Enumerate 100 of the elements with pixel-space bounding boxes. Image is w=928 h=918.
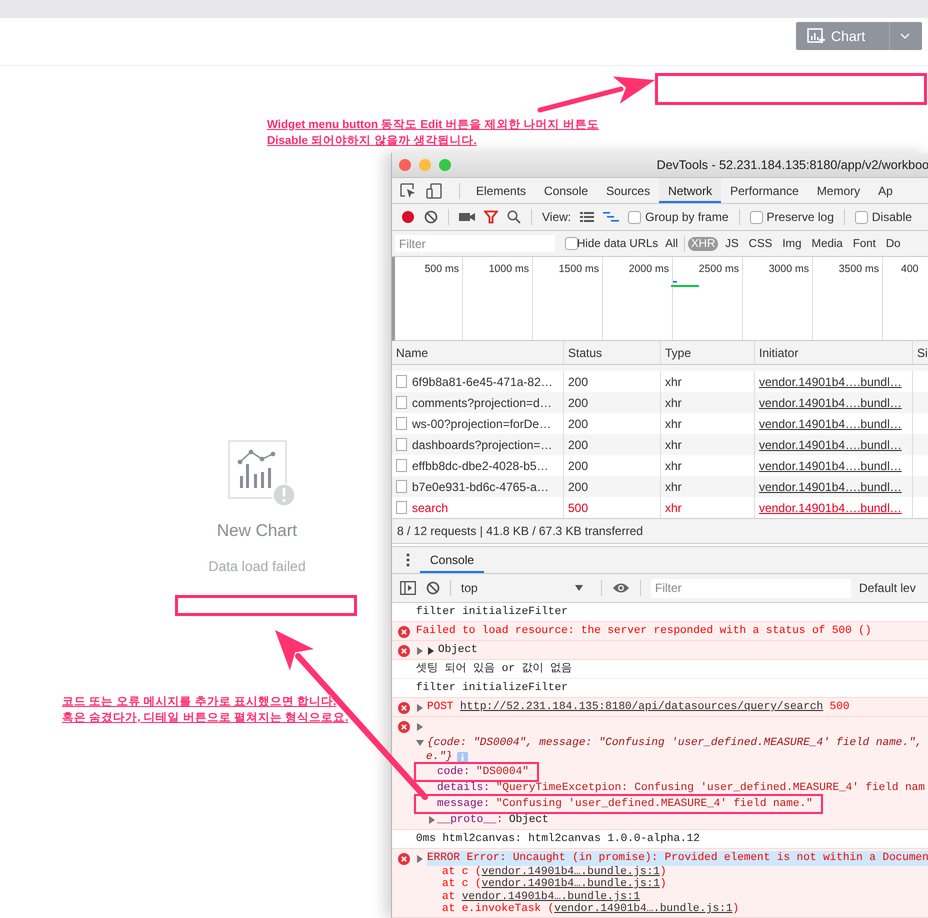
console-message: Object xyxy=(438,643,478,658)
error-icon xyxy=(398,721,410,733)
column-header[interactable]: Si xyxy=(913,341,928,364)
table-cell: 500 xyxy=(564,497,661,518)
panel-tab[interactable]: Elements xyxy=(467,178,536,203)
waterfall-view-icon[interactable] xyxy=(603,211,620,223)
checkbox-label: Disable xyxy=(872,210,912,224)
file-icon xyxy=(396,480,407,493)
column-header[interactable]: Type xyxy=(661,341,755,364)
record-button[interactable] xyxy=(401,210,415,224)
panel-tab[interactable]: Sources xyxy=(597,178,660,203)
panel-tab[interactable]: Performance xyxy=(721,178,808,203)
view-label: View: xyxy=(542,210,572,224)
error-message: ERROR Error: Uncaught (in promise): Provided element is not within a Documen xyxy=(427,851,928,866)
eye-icon[interactable] xyxy=(612,582,630,594)
device-icon[interactable] xyxy=(426,182,442,198)
status-message: Data load failed xyxy=(208,558,306,574)
close-button[interactable] xyxy=(399,159,411,171)
property-value: Object xyxy=(509,812,549,828)
type-filter-button[interactable]: Img xyxy=(779,236,804,250)
console-message: 셋팅 되어 있음 or 값이 없음 xyxy=(416,662,572,677)
sidebar-icon[interactable] xyxy=(400,581,416,595)
panel-tab[interactable]: Ap xyxy=(869,178,902,203)
checkbox[interactable] xyxy=(628,210,642,224)
initiator-link[interactable]: vendor.14901b4….bundl… xyxy=(759,458,902,472)
table-cell: xhr xyxy=(661,497,755,518)
property-value: "DS0004" xyxy=(476,764,529,780)
panel-tab[interactable]: Console xyxy=(535,178,598,203)
property-key: __proto__: xyxy=(437,812,504,828)
context-select[interactable]: top xyxy=(461,581,591,595)
chart-add-icon xyxy=(807,28,825,44)
initiator-link[interactable]: vendor.14901b4….bundl… xyxy=(759,396,902,410)
widget-title: New Chart xyxy=(216,521,298,541)
property-key: details: xyxy=(437,780,490,796)
error-icon xyxy=(398,645,410,657)
console-message: 0ms html2canvas: html2canvas 1.0.0-alpha.12 xyxy=(416,832,700,847)
initiator-link[interactable]: vendor.14901b4….bundl… xyxy=(759,438,902,452)
timeline-tick-label: 500 ms xyxy=(424,263,459,276)
initiator-link[interactable]: vendor.14901b4….bundl… xyxy=(759,500,902,514)
checkbox[interactable] xyxy=(565,237,578,250)
checkbox-label: Hide data URLs xyxy=(577,238,658,250)
request-name[interactable]: ws-00?projection=forDe… xyxy=(412,416,552,430)
panel-tab[interactable]: Network xyxy=(659,178,722,203)
error-icon xyxy=(398,702,410,714)
stack-frame: at e.invokeTask (vendor.14901b4….bundle.js:1) xyxy=(442,902,740,918)
object-summary: {code: "DS0004", message: "Confusing 'user_defined.MEASURE_4' field name.", xyxy=(427,736,922,750)
source-link[interactable]: vendor.14901b4….bundle.js:1 xyxy=(482,878,660,890)
timeline-tick-label: 2500 ms xyxy=(698,263,739,276)
request-name[interactable]: effbb8dc-dbe2-4028-b5… xyxy=(412,458,549,472)
search-icon[interactable] xyxy=(507,210,521,224)
file-icon xyxy=(396,459,407,472)
column-header[interactable]: Initiator xyxy=(755,341,913,364)
request-name[interactable]: 6f9b8a81-6e45-471a-82… xyxy=(412,374,553,388)
file-icon xyxy=(396,375,407,388)
type-filter-button[interactable]: Media xyxy=(808,236,846,250)
type-filter-button[interactable]: Font xyxy=(850,236,879,250)
type-filter-button[interactable]: All xyxy=(662,236,681,250)
column-header[interactable]: Name xyxy=(392,341,564,364)
file-icon xyxy=(396,438,407,451)
source-link[interactable]: vendor.14901b4….bundle.js:1 xyxy=(462,890,640,903)
timeline-tick-label: 400 xyxy=(901,263,919,276)
filter-icon[interactable] xyxy=(484,210,498,224)
console-message: filter initializeFilter xyxy=(416,605,568,620)
stack-frame: at c (vendor.14901b4….bundle.js:1) xyxy=(442,877,666,892)
console-message: Failed to load resource: the server responded with a status of 500 () xyxy=(416,624,872,639)
type-filter-button[interactable]: CSS xyxy=(746,236,776,250)
type-filter-button[interactable]: Do xyxy=(882,236,904,250)
checkbox[interactable] xyxy=(854,210,868,224)
url-link[interactable]: http://52.231.184.135:8180/api/datasources/query/search xyxy=(460,701,824,713)
checkbox[interactable] xyxy=(750,210,763,224)
summary-text: 8 / 12 requests | 41.8 KB / 67.3 KB transferred xyxy=(392,519,928,544)
more-icon[interactable] xyxy=(406,553,410,567)
request-name[interactable]: search xyxy=(412,500,448,514)
timeline-tick-label: 3000 ms xyxy=(768,263,809,276)
type-filter-button[interactable]: JS xyxy=(722,236,742,250)
initiator-link[interactable]: vendor.14901b4….bundl… xyxy=(759,416,902,430)
camera-icon[interactable] xyxy=(459,211,475,223)
file-icon xyxy=(396,501,407,514)
timeline-tick-label: 3500 ms xyxy=(838,263,879,276)
property-value: "QueryTimeExcetpion: Confusing 'user_defined.MEASURE_4' field nam xyxy=(496,780,925,796)
clear-icon[interactable] xyxy=(424,210,438,224)
filter-field[interactable]: Filter xyxy=(651,578,851,598)
request-name[interactable]: dashboards?projection=… xyxy=(412,438,552,452)
source-link[interactable]: vendor.14901b4….bundle.js:1 xyxy=(482,866,660,878)
console-message: POST http://52.231.184.135:8180/api/datasources/query/search 500 xyxy=(427,700,850,715)
initiator-link[interactable]: vendor.14901b4….bundl… xyxy=(759,374,902,388)
source-link[interactable]: vendor.14901b4….bundle.js:1 xyxy=(554,903,732,916)
annotation-note: 코드 또는 오류 메시지를 추가로 표시했으면 합니다. 혹은 숨겼다가, 디테일 버튼으로 펼쳐지는 형식으로요. xyxy=(62,695,348,726)
column-header[interactable]: Status xyxy=(564,341,661,364)
list-view-icon[interactable] xyxy=(580,211,594,223)
caret-down-icon[interactable] xyxy=(416,739,424,747)
log-levels-select[interactable]: Default lev xyxy=(859,581,916,595)
request-name[interactable]: b7e0e931-bd6c-4765-a… xyxy=(412,480,549,494)
filter-field[interactable]: Filter xyxy=(395,235,555,252)
object-summary: e."} xyxy=(426,750,452,764)
clear-icon[interactable] xyxy=(426,581,440,595)
inspect-icon[interactable] xyxy=(400,182,416,198)
initiator-link[interactable]: vendor.14901b4….bundl… xyxy=(759,480,902,494)
panel-tab[interactable]: Memory xyxy=(808,178,870,203)
request-name[interactable]: comments?projection=d… xyxy=(412,396,552,410)
